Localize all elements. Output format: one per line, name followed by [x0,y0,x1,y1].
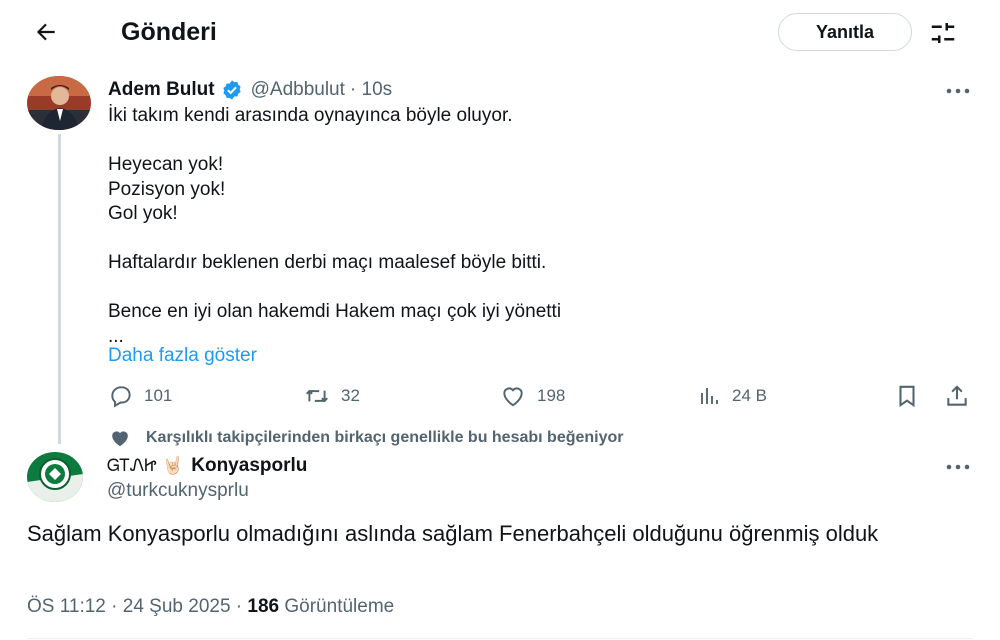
main-author-row: ᏀᎢᏁᏥ 🤘🏻 Konyasporlu [107,454,307,478]
more-dots-icon [946,464,970,470]
share-icon [947,385,967,406]
thread-line [58,134,61,444]
divider [27,638,973,639]
like-count: 198 [537,386,566,405]
analytics-icon [701,388,718,404]
heart-filled-icon [112,431,128,447]
tweet-time[interactable]: · 10s [350,79,392,101]
avatar[interactable] [27,452,83,502]
author-name[interactable]: Adem Bulut [108,79,215,101]
like-action[interactable]: 198 [500,383,565,409]
reply-action[interactable]: 101 [108,383,172,409]
repost-count: 32 [341,386,360,405]
page-title: Gönderi [121,18,217,46]
tweet-line: Bence en iyi olan hakemdi Hakem maçı çok… [108,301,562,322]
more-options-button[interactable] [943,79,973,103]
parent-tweet-text: İki takım kendi arasında oynayınca böyle… [108,104,968,349]
views-count: 24 B [732,386,767,405]
heart-icon [503,387,523,407]
tweet-line: İki takım kendi arasında oynayınca böyle… [108,105,513,126]
views-label: Görüntüleme [279,596,395,617]
main-tweet-text: Sağlam Konyasporlu olmadığını aslında sa… [27,521,879,546]
tweet-line [108,227,968,252]
reply-icon [111,386,131,408]
parent-author-row: Adem Bulut @Adbbulut · 10s [108,77,392,103]
reply-count: 101 [144,386,173,405]
avatar[interactable] [27,76,91,130]
more-dots-icon [946,88,970,94]
repost-icon [306,389,328,403]
tweet-line: Pozisyon yok! [108,178,226,200]
author-name-prefix: ᏀᎢᏁᏥ 🤘🏻 [107,456,184,476]
sliders-icon[interactable] [928,18,958,48]
tweet-line [108,276,968,301]
back-button[interactable] [28,14,64,50]
verified-badge-icon [222,80,241,100]
views-count: 186 [247,596,280,617]
arrow-left-icon [36,23,55,41]
author-handle[interactable]: @Adbbulut [251,79,345,101]
author-handle[interactable]: @turkcuknysprlu [107,479,249,503]
repost-action[interactable]: 32 [303,383,360,409]
tweet-line: Heyecan yok! [108,154,224,175]
author-name[interactable]: Konyasporlu [191,455,307,477]
share-button[interactable] [944,383,970,409]
bookmark-icon [899,385,915,408]
bookmark-button[interactable] [894,383,920,409]
more-options-button[interactable] [943,455,973,479]
social-context: Karşılıklı takipçilerinden birkaçı genel… [108,427,624,449]
tweet-timestamp[interactable]: ÖS 11:12 · 24 Şub 2025 · [27,596,247,617]
social-context-text: Karşılıklı takipçilerinden birkaçı genel… [146,429,624,446]
views-action[interactable]: 24 B [697,383,767,409]
tweet-meta: ÖS 11:12 · 24 Şub 2025 · 186 Görüntüleme [27,595,394,619]
show-more-link[interactable]: Daha fazla göster [108,344,257,368]
tweet-line: Gol yok! [108,203,178,224]
tweet-line [108,129,968,154]
reply-button[interactable]: Yanıtla [778,13,912,51]
tweet-line: Haftalardır beklenen derbi maçı maalesef… [108,252,547,273]
